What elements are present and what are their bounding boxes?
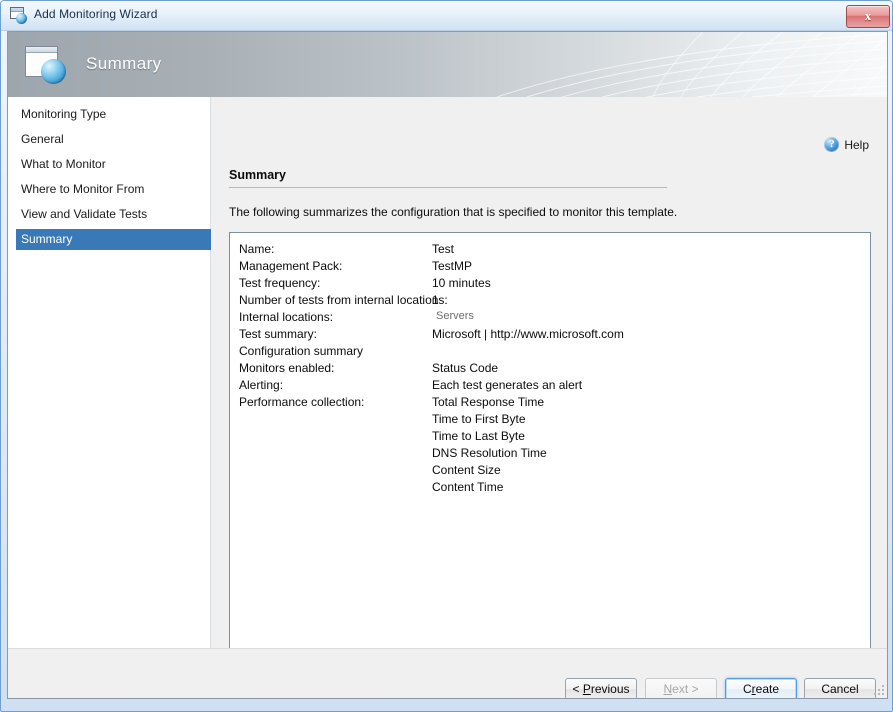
summary-row: Test summary: Microsoft | http://www.micr… [230,327,870,344]
summary-row: Content Size [230,463,870,480]
wizard-step-list: Monitoring Type General What to Monitor Whe… [8,97,212,648]
button-label: Next > [663,682,698,696]
create-button[interactable]: Create [725,678,797,698]
summary-row-value: DNS Resolution Time [432,446,547,460]
summary-row-value: Time to Last Byte [432,429,525,443]
previous-button[interactable]: < Previous [565,678,637,698]
sidebar-item-label: View and Validate Tests [21,207,148,221]
close-button[interactable]: x [846,5,890,28]
summary-row: Alerting: Each test generates an alert [230,378,870,395]
summary-row-label: Number of tests from internal locations: [239,293,448,307]
wizard-banner: Summary [8,32,887,97]
summary-row-label: Management Pack: [239,259,343,273]
title-divider [229,187,667,188]
sidebar-item-label: Summary [21,232,73,246]
sidebar-item-general[interactable]: General [16,129,212,150]
client-area: Summary Monitoring Type General What to Mo… [7,31,888,699]
close-icon: x [864,8,872,23]
summary-row-value: Microsoft | http://www.microsoft.com [432,327,624,341]
window-title: Add Monitoring Wizard [34,7,158,21]
summary-row-value: Servers [436,310,474,322]
button-label: Cancel [821,682,858,696]
sidebar-item-monitoring-type[interactable]: Monitoring Type [16,104,212,125]
button-label-prefix: Cancel [821,682,859,696]
summary-row-value: Content Size [432,463,501,477]
summary-row: Performance collection: Total Response Ti… [230,395,870,412]
page-title: Summary [229,168,286,182]
summary-row-label: Alerting: [239,378,284,392]
summary-row-value: Total Response Time [432,395,545,409]
help-circle-icon [824,136,840,152]
help-link[interactable]: Help [824,136,869,153]
banner-mesh-decoration [496,32,887,97]
intro-text: The following summarizes the configurati… [229,205,678,219]
button-label-rest: revious [590,682,630,696]
wizard-window: Add Monitoring Wizard x Summary Monitori… [0,0,893,712]
title-bar: Add Monitoring Wizard x [1,1,892,31]
summary-row: Test frequency: 10 minutes [230,276,870,293]
sidebar-item-label: Where to Monitor From [21,182,145,196]
summary-row-value: 1 [432,293,439,307]
summary-row-label: Performance collection: [239,395,365,409]
summary-row-value: Test [432,242,455,256]
button-label-prefix: < [572,682,583,696]
sidebar-item-view-and-validate-tests[interactable]: View and Validate Tests [16,204,212,225]
summary-row: Management Pack: TestMP [230,259,870,276]
summary-row: Monitors enabled: Status Code [230,361,870,378]
help-label: Help [844,138,869,152]
page-globe-icon [24,45,68,85]
summary-row-value: Status Code [432,361,499,375]
button-label-suffix: > [688,682,699,696]
summary-row-value: Each test generates an alert [432,378,583,392]
sidebar-item-label: What to Monitor [21,157,106,171]
summary-row: Time to Last Byte [230,429,870,446]
sidebar-item-where-to-monitor-from[interactable]: Where to Monitor From [16,179,212,200]
button-label: < Previous [572,682,629,696]
sidebar-item-label: Monitoring Type [21,107,107,121]
summary-row: Configuration summary [230,344,870,361]
content-pane: Help Summary The following summarizes th… [211,97,887,698]
button-label-rest: ext [672,682,689,696]
sidebar-item-summary[interactable]: Summary [16,229,212,250]
summary-row: Name: Test [230,242,870,259]
summary-row: Internal locations: Servers [230,310,870,327]
button-label-mnemonic: P [582,682,591,696]
summary-panel: Name: Test Management Pack: TestMP Test freq… [229,232,871,698]
footer-bar: < Previous Next > Create Cancel [8,648,887,698]
button-label-rest: eate [755,682,780,696]
summary-row-label: Monitors enabled: [239,361,335,375]
summary-row: DNS Resolution Time [230,446,870,463]
summary-row-value: Content Time [432,480,504,494]
button-label: Create [743,682,779,696]
summary-row: Number of tests from internal locations:… [230,293,870,310]
next-button: Next > [645,678,717,698]
banner-title: Summary [86,54,162,73]
summary-row-label: Test summary: [239,327,318,341]
summary-row-list: Name: Test Management Pack: TestMP Test freq… [230,233,870,690]
button-label-mnemonic: N [663,682,673,696]
summary-row-label: Test frequency: [239,276,321,290]
summary-row-label: Configuration summary [239,344,364,358]
summary-row-value: TestMP [432,259,473,273]
summary-row-value: Time to First Byte [432,412,526,426]
cancel-button[interactable]: Cancel [804,678,876,698]
sidebar-item-what-to-monitor[interactable]: What to Monitor [16,154,212,175]
sidebar-item-label: General [21,132,64,146]
summary-row-value: 10 minutes [432,276,491,290]
resize-grip[interactable] [872,683,884,695]
button-label-prefix: C [742,682,752,696]
window-globe-icon [10,7,28,24]
summary-row: Time to First Byte [230,412,870,429]
summary-row: Content Time [230,480,870,497]
summary-row-label: Name: [239,242,275,256]
summary-row-label: Internal locations: [239,310,334,324]
